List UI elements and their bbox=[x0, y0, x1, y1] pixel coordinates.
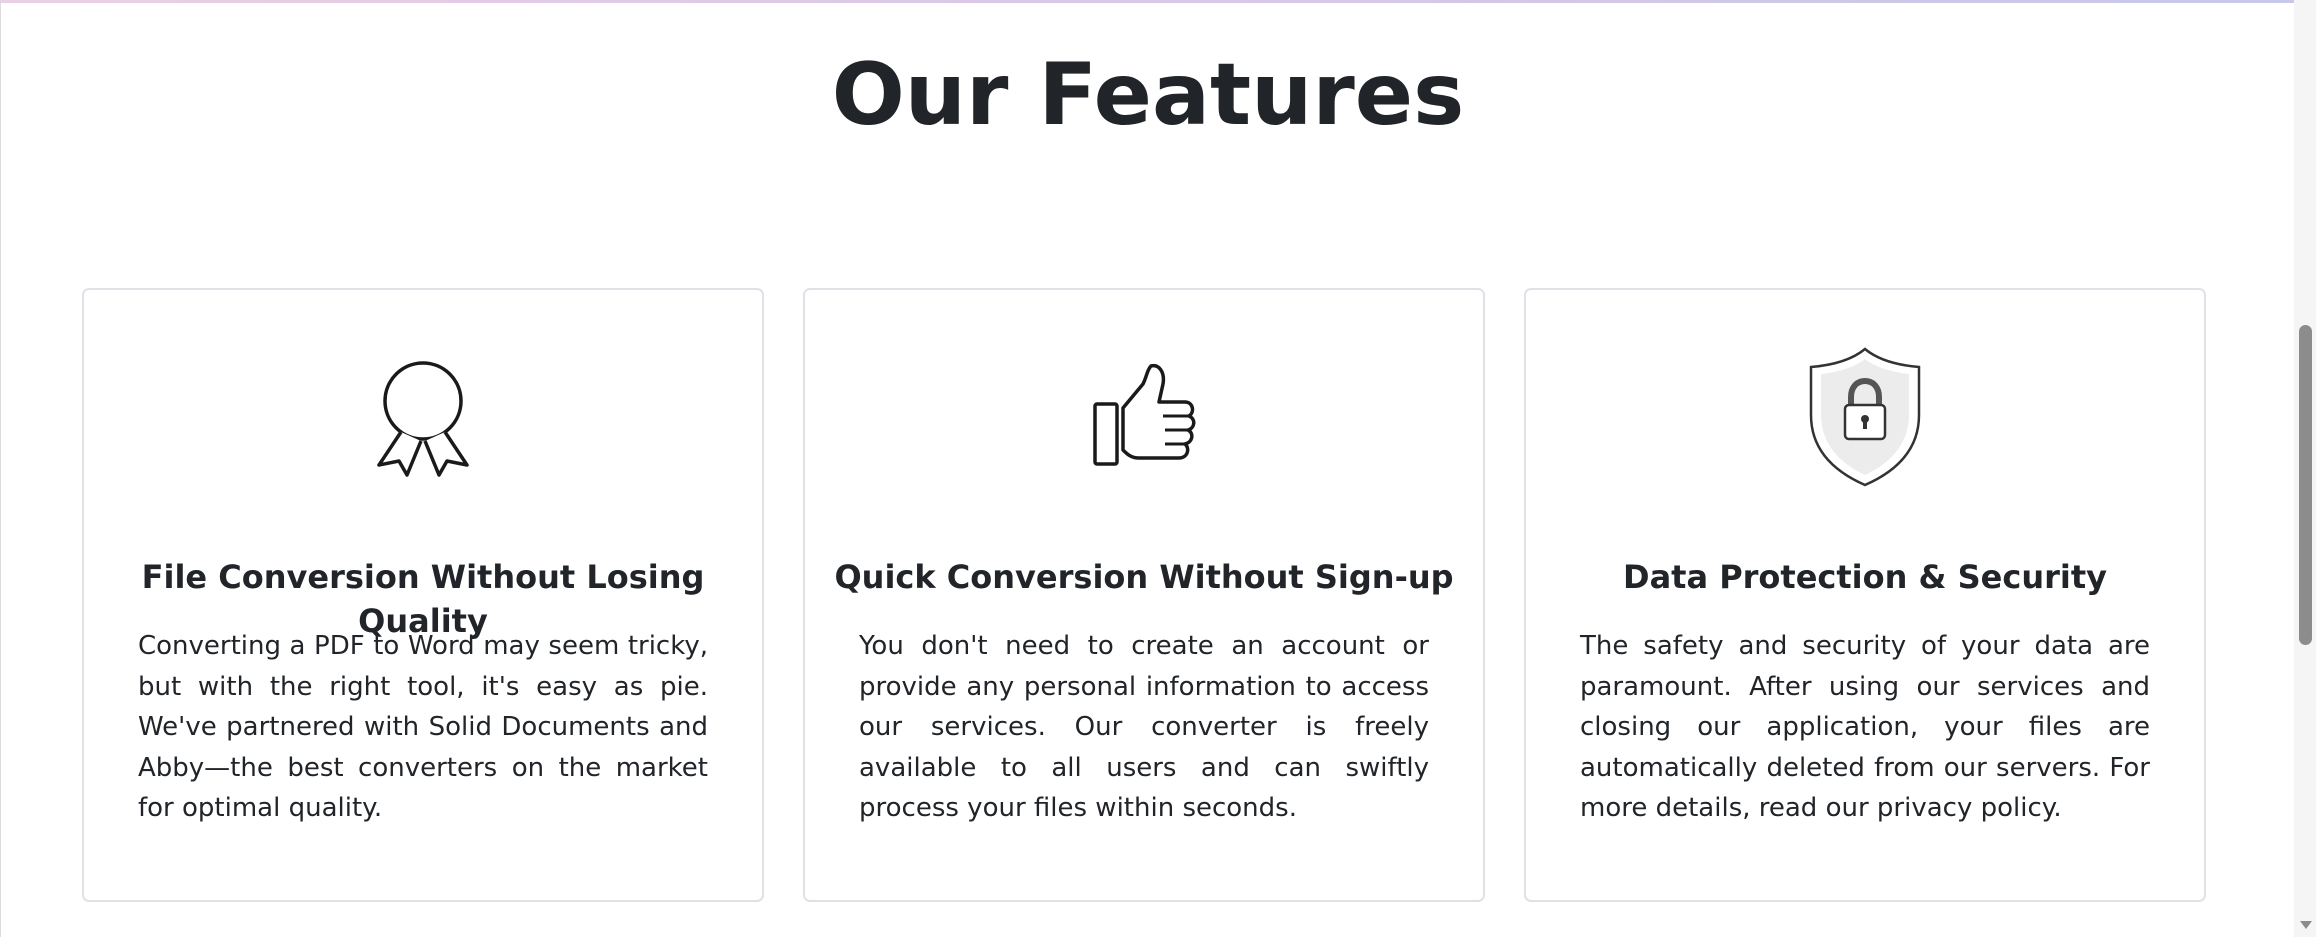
feature-card-quick: Quick Conversion Without Sign-up You don… bbox=[803, 288, 1485, 902]
vertical-scrollbar[interactable] bbox=[2294, 0, 2316, 937]
scrollbar-thumb[interactable] bbox=[2299, 325, 2312, 645]
scroll-down-arrow-icon[interactable] bbox=[2300, 921, 2312, 929]
features-page: Our Features File Conversion Without Los… bbox=[0, 0, 2316, 937]
top-accent-bar bbox=[1, 0, 2295, 3]
feature-description: The safety and security of your data are… bbox=[1580, 631, 2150, 823]
feature-title: Data Protection & Security bbox=[1623, 558, 2107, 596]
page-title: Our Features bbox=[831, 45, 1465, 145]
shield-lock-icon bbox=[1526, 342, 2204, 492]
feature-description: Converting a PDF to Word may seem tricky… bbox=[138, 631, 708, 823]
feature-description: You don't need to create an account or p… bbox=[859, 631, 1429, 823]
feature-card-quality: File Conversion Without Losing Quality C… bbox=[82, 288, 764, 902]
feature-cards: File Conversion Without Losing Quality C… bbox=[82, 288, 2208, 902]
thumbs-up-icon bbox=[805, 342, 1483, 492]
feature-card-security: Data Protection & Security The safety an… bbox=[1524, 288, 2206, 902]
feature-title: Quick Conversion Without Sign-up bbox=[834, 558, 1454, 596]
award-ribbon-icon bbox=[84, 342, 762, 492]
